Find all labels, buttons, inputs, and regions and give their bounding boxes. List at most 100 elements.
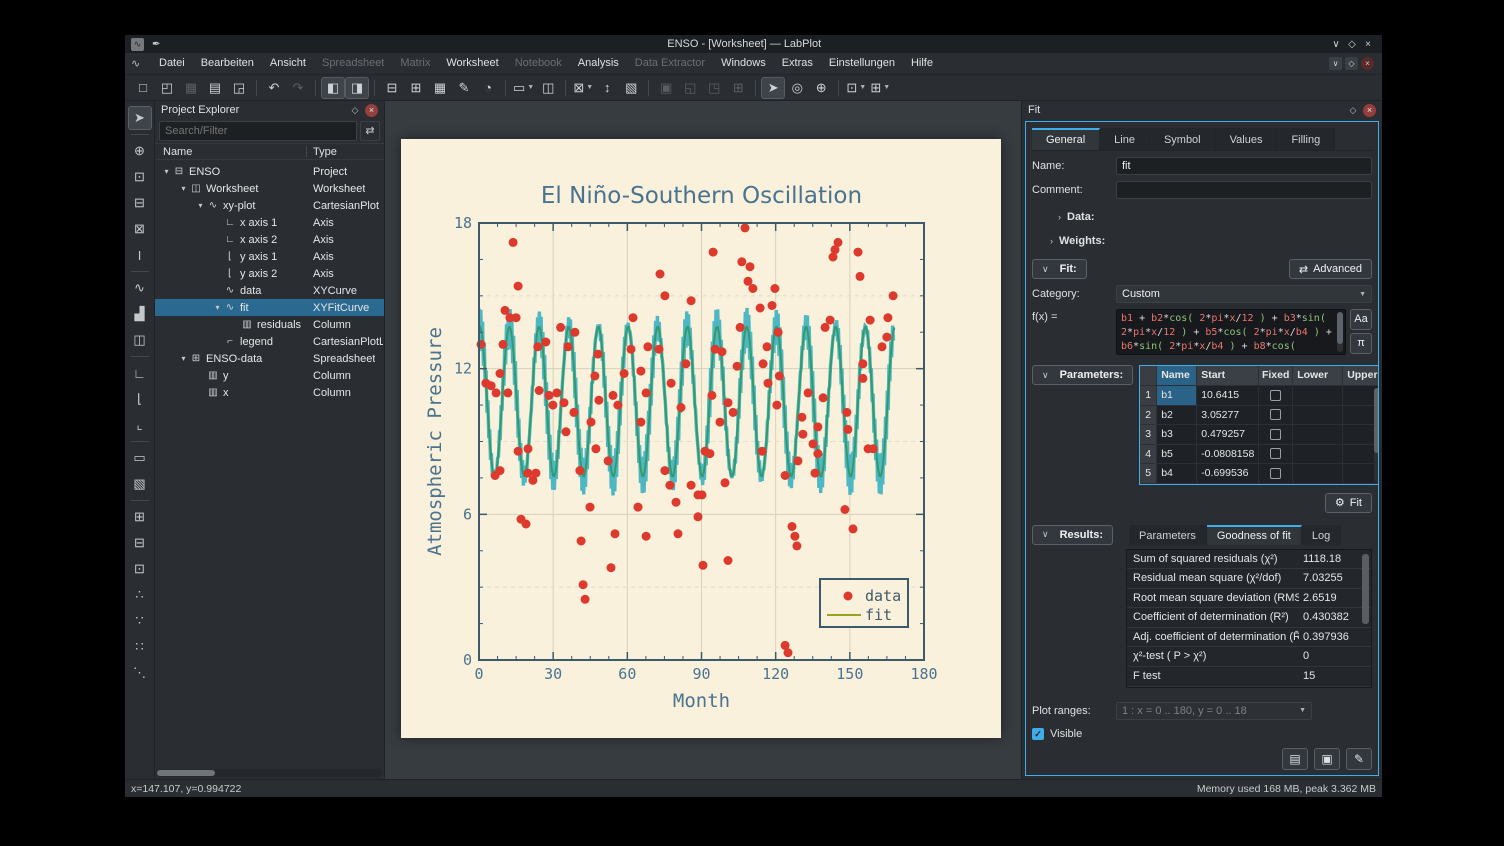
corner-header-cell[interactable] (1140, 366, 1157, 385)
column-header-lower-limit[interactable]: Lower limit (1293, 366, 1343, 385)
results-section-toggle[interactable]: ∨ Results: (1032, 525, 1113, 545)
shift-right-button[interactable]: ∵ (128, 609, 152, 633)
toggle-properties-dock-button[interactable]: ◨ (345, 77, 369, 99)
tree-row-legend[interactable]: ⌐legendCartesianPlotLegend (155, 333, 384, 350)
print-button[interactable]: ▤ (203, 77, 227, 99)
add-boxplot-button[interactable]: ◫ (128, 328, 152, 352)
close-button[interactable]: × (1360, 39, 1376, 50)
horizontal-scrollbar[interactable] (157, 769, 382, 777)
fit-to-height-button[interactable]: ↕ (595, 77, 619, 99)
tree-row-enso-data[interactable]: ▾⊞ENSO-dataSpreadsheet (155, 350, 384, 367)
zoom-select-tool-button[interactable]: ⊟ (128, 191, 152, 215)
toggle-project-explorer-button[interactable]: ◧ (321, 77, 345, 99)
worksheet-page[interactable]: El Niño-Southern Oscillation030609012015… (401, 139, 1001, 738)
parameters-table[interactable]: NameStart valueFixedLower limitUpper lim… (1139, 365, 1379, 485)
zoom-region-mode-button[interactable]: ◎ (785, 77, 809, 99)
category-combobox[interactable]: Custom▼ (1116, 285, 1372, 303)
save-function-button[interactable]: ▣ (1314, 748, 1340, 770)
fixed-checkbox[interactable] (1270, 448, 1281, 459)
lower-limit-cell[interactable] (1293, 386, 1343, 405)
tree-column-header[interactable]: Name Type (155, 143, 384, 160)
tree-row-xy-plot[interactable]: ▾∿xy-plotCartesianPlot (155, 197, 384, 214)
worksheet-view[interactable]: El Niño-Southern Oscillation030609012015… (385, 101, 1022, 779)
print-preview-button[interactable]: ◲ (227, 77, 251, 99)
param-name-cell[interactable]: b1 (1157, 386, 1197, 405)
tree-row-enso[interactable]: ▾⊟ENSOProject (155, 163, 384, 180)
tree-row-x-axis-2[interactable]: ∟x axis 2Axis (155, 231, 384, 248)
menu-ansicht[interactable]: Ansicht (262, 53, 314, 74)
tab-line[interactable]: Line (1100, 128, 1150, 150)
lower-limit-cell[interactable] (1293, 406, 1343, 425)
formula-scrollbar[interactable] (1337, 312, 1343, 352)
param-name-cell[interactable]: b5 (1157, 445, 1197, 464)
parameter-row-b3[interactable]: 3b30.479257 (1140, 425, 1379, 445)
add-axis-horizontal-button[interactable]: ⌊ (128, 387, 152, 411)
new-notes-button[interactable]: ✎ (452, 77, 476, 99)
add-image-button[interactable]: ▧ (128, 472, 152, 496)
parameter-row-b5[interactable]: 4b5-0.0808158 (1140, 445, 1379, 465)
menu-windows[interactable]: Windows (713, 53, 774, 74)
tree-row-fit[interactable]: ▾∿fitXYFitCurve (155, 299, 384, 316)
add-histogram-button[interactable]: ▟ (128, 302, 152, 326)
expand-chevron-icon[interactable]: ▾ (178, 354, 189, 363)
filter-options-button[interactable]: ⇄ (360, 121, 380, 141)
magnify-combo-button[interactable]: ⊞▼ (868, 77, 892, 99)
tab-general[interactable]: General (1032, 128, 1100, 150)
new-spreadsheet-button[interactable]: ⊞ (404, 77, 428, 99)
tree-row-y[interactable]: ▥yColumn (155, 367, 384, 384)
tab-values[interactable]: Values (1216, 128, 1278, 150)
visible-checkbox[interactable]: ✓ (1032, 728, 1044, 740)
column-header-name[interactable]: Name (1157, 366, 1197, 385)
pointer-mode-button[interactable]: ➤ (761, 77, 785, 99)
float-dock-icon[interactable]: ◇ (348, 105, 362, 116)
type-column-header[interactable]: Type (313, 144, 337, 160)
new-datapicker-button[interactable]: ◔ (476, 77, 500, 99)
zoom-in-plot-button[interactable]: ⊞ (128, 505, 152, 529)
fixed-checkbox[interactable] (1270, 468, 1281, 479)
row-number[interactable]: 5 (1140, 464, 1157, 483)
tree-row-y-axis-1[interactable]: ⌊y axis 1Axis (155, 248, 384, 265)
export-image-button[interactable]: ▧ (619, 77, 643, 99)
float-dock-icon[interactable]: ◇ (1346, 105, 1360, 116)
menu-analysis[interactable]: Analysis (570, 53, 627, 74)
results-tab-log[interactable]: Log (1302, 525, 1341, 545)
row-number[interactable]: 2 (1140, 406, 1157, 425)
fixed-cell[interactable] (1259, 386, 1293, 405)
fixed-cell[interactable] (1259, 445, 1293, 464)
zoom-xy-tool-button[interactable]: ⊠ (128, 217, 152, 241)
lower-limit-cell[interactable] (1293, 464, 1343, 483)
lower-limit-cell[interactable] (1293, 425, 1343, 444)
results-tab-goodness-of-fit[interactable]: Goodness of fit (1207, 525, 1302, 545)
run-fit-button[interactable]: ⚙ Fit (1325, 493, 1372, 513)
param-name-cell[interactable]: b4 (1157, 464, 1197, 483)
name-field[interactable] (1116, 157, 1372, 175)
row-number[interactable]: 4 (1140, 445, 1157, 464)
tree-row-x[interactable]: ▥xColumn (155, 384, 384, 401)
navigate-tool-button[interactable]: ⊕ (128, 139, 152, 163)
tree-row-x-axis-1[interactable]: ∟x axis 1Axis (155, 214, 384, 231)
table-scrollbar[interactable] (1374, 388, 1379, 482)
fixed-checkbox[interactable] (1270, 429, 1281, 440)
tab-filling[interactable]: Filling (1277, 128, 1335, 150)
results-scrollbar[interactable] (1362, 554, 1369, 624)
new-matrix-button[interactable]: ▦ (428, 77, 452, 99)
start-value-cell[interactable]: 10.6415 (1197, 386, 1259, 405)
menu-extras[interactable]: Extras (774, 53, 821, 74)
formula-editor[interactable]: b1 + b2*cos( 2*pi*x/12 ) + b3*sin( 2*pi*… (1116, 309, 1346, 355)
param-name-cell[interactable]: b3 (1157, 425, 1197, 444)
lower-limit-cell[interactable] (1293, 445, 1343, 464)
fixed-cell[interactable] (1259, 425, 1293, 444)
column-header-start-value[interactable]: Start value (1197, 366, 1259, 385)
expand-chevron-icon[interactable]: ▾ (195, 201, 206, 210)
parameter-row-b1[interactable]: 1b110.6415 (1140, 386, 1379, 406)
font-button[interactable]: Aa (1350, 309, 1372, 330)
comment-field[interactable] (1116, 181, 1372, 199)
mdi-restore-button[interactable]: ◇ (1345, 57, 1358, 70)
new-worksheet-button[interactable]: ▭▼ (511, 77, 536, 99)
shift-up-button[interactable]: ∷ (128, 635, 152, 659)
expand-chevron-icon[interactable]: ▾ (178, 184, 189, 193)
start-value-cell[interactable]: -0.0808158 (1197, 445, 1259, 464)
shift-down-button[interactable]: ⋱ (128, 661, 152, 685)
pin-icon[interactable]: ✒ (152, 39, 160, 50)
fixed-cell[interactable] (1259, 464, 1293, 483)
